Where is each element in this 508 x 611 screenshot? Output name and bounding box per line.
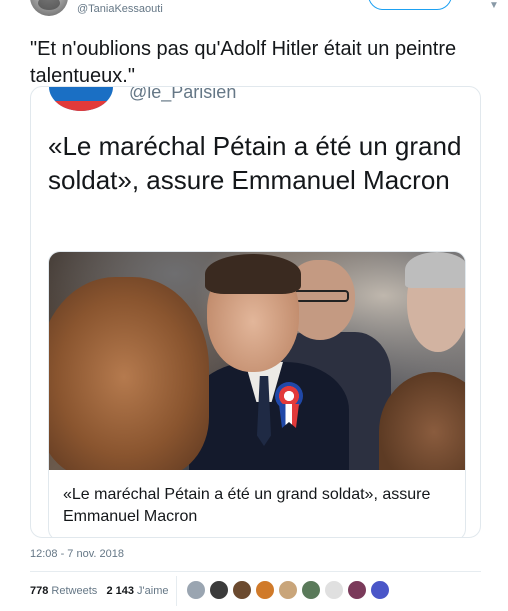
liker-avatar[interactable]: [255, 580, 275, 600]
liker-avatar[interactable]: [186, 580, 206, 600]
photo-glasses: [293, 290, 349, 302]
quoted-tweet[interactable]: @le_Parisien «Le maréchal Pétain a été u…: [30, 86, 481, 538]
liker-avatar[interactable]: [347, 580, 367, 600]
liker-avatar[interactable]: [278, 580, 298, 600]
tweet-stats: 778 Retweets 2 143 J'aime: [30, 582, 169, 602]
chevron-down-icon[interactable]: ▼: [489, 1, 501, 11]
link-card-image[interactable]: [49, 252, 465, 470]
tweet-text: "Et n'oublions pas qu'Adolf Hitler était…: [30, 38, 457, 87]
follow-button[interactable]: Suivre: [368, 0, 452, 10]
liker-avatar[interactable]: [301, 580, 321, 600]
liker-avatar[interactable]: [324, 580, 344, 600]
quoted-handle[interactable]: @le_Parisien: [129, 87, 236, 103]
retweets-count[interactable]: 778: [30, 585, 48, 597]
divider: [176, 576, 177, 606]
quoted-avatar[interactable]: [49, 87, 113, 111]
tweet-timestamp[interactable]: 12:08 - 7 nov. 2018: [30, 548, 124, 560]
photo-main-person-hair: [205, 254, 301, 294]
avatar[interactable]: [30, 0, 68, 16]
liker-avatar[interactable]: [232, 580, 252, 600]
link-card-title[interactable]: «Le maréchal Pétain a été un grand solda…: [63, 484, 457, 528]
photo-person-hair: [405, 252, 465, 288]
likes-count[interactable]: 2 143: [106, 585, 134, 597]
author-handle[interactable]: @TaniaKessaouti: [77, 3, 163, 15]
photo-foreground-hair: [49, 277, 209, 470]
liker-avatar[interactable]: [370, 580, 390, 600]
liker-avatar[interactable]: [209, 580, 229, 600]
link-card[interactable]: «Le maréchal Pétain a été un grand solda…: [48, 251, 466, 537]
divider: [30, 571, 481, 572]
likes-label[interactable]: J'aime: [137, 585, 168, 597]
tweet-header: @TaniaKessaouti Suivre ▼: [0, 0, 508, 26]
quoted-tweet-text: «Le maréchal Pétain a été un grand solda…: [48, 131, 462, 195]
retweets-label[interactable]: Retweets: [51, 585, 97, 597]
